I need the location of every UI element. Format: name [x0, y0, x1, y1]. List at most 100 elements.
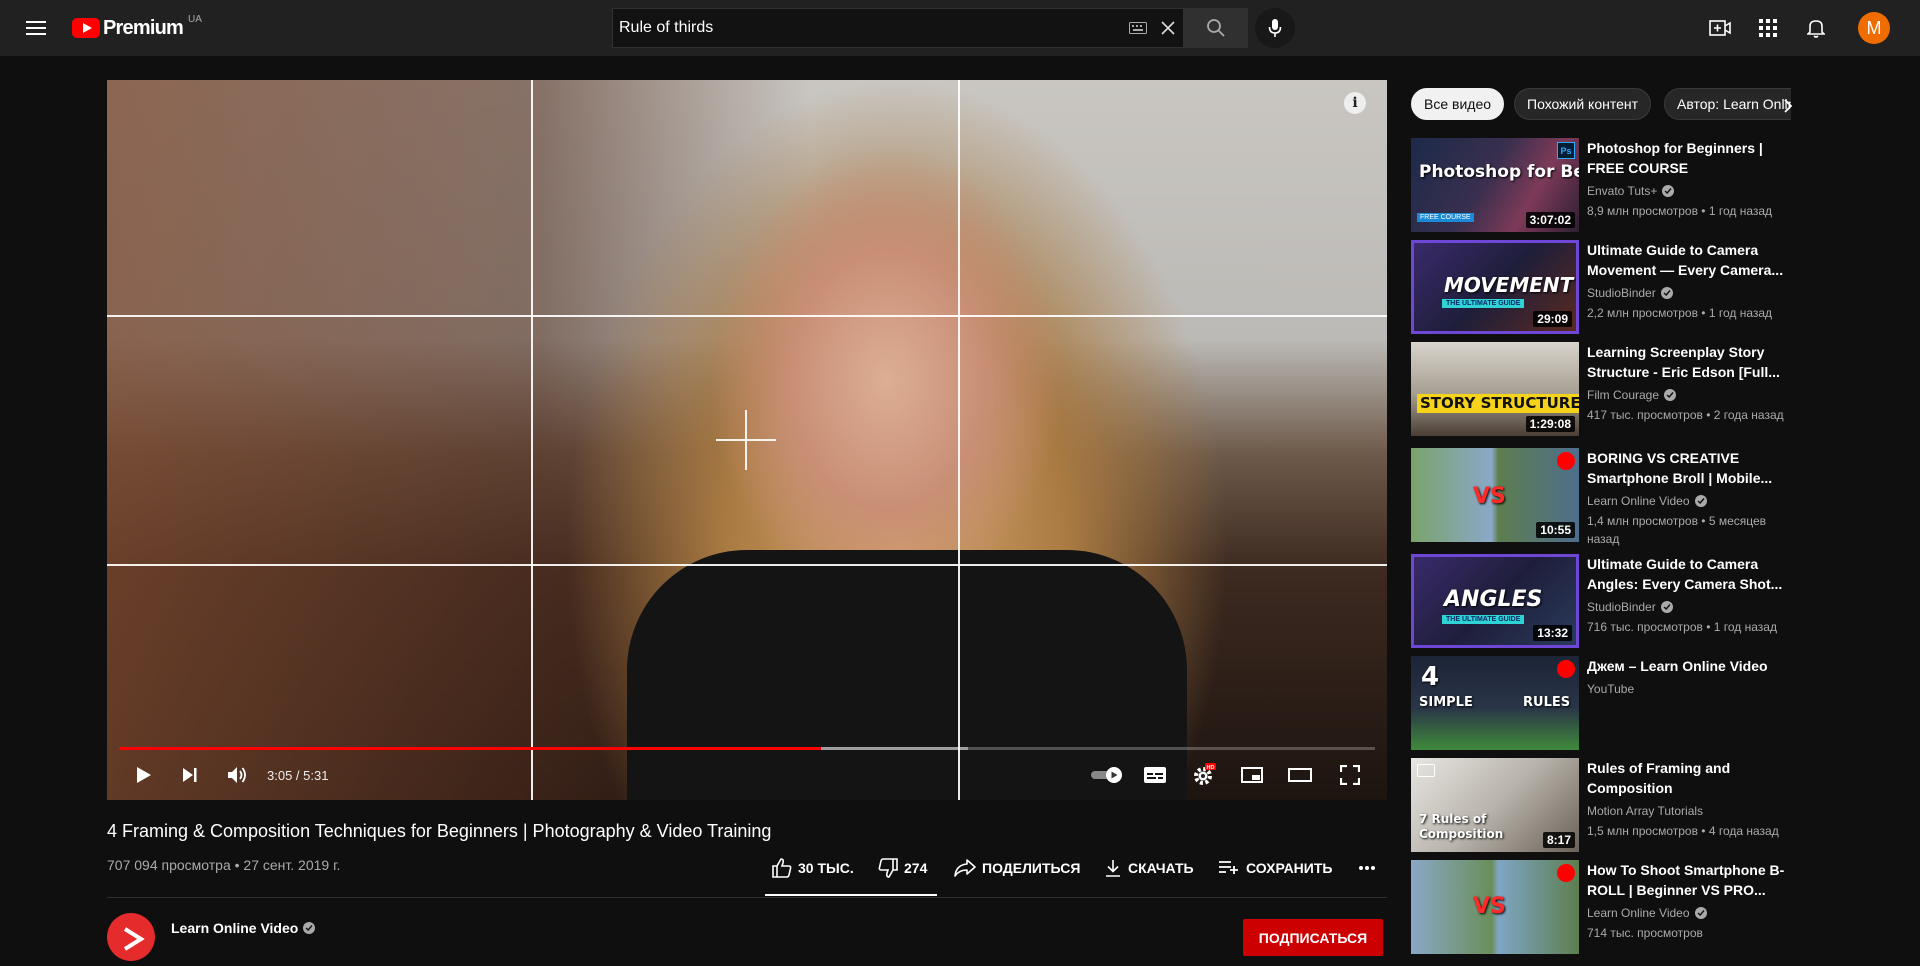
camera-icon: [1417, 764, 1435, 777]
info-icon[interactable]: i: [1344, 92, 1366, 114]
subtitles-icon[interactable]: [1138, 758, 1172, 792]
rec-title[interactable]: Ultimate Guide to Camera Angles: Every C…: [1587, 554, 1791, 594]
rec-channel: Film Courage: [1587, 388, 1791, 402]
youtube-logo-icon: [72, 18, 100, 38]
download-label: СКАЧАТЬ: [1128, 860, 1194, 876]
save-icon: [1219, 861, 1238, 874]
thirds-grid-line: [531, 80, 533, 800]
filter-chips: Все видео Похожий контент Автор: Learn O…: [1411, 88, 1791, 120]
rec-title[interactable]: BORING VS CREATIVE Smartphone Broll | Mo…: [1587, 448, 1791, 488]
fullscreen-icon[interactable]: [1333, 758, 1367, 792]
thumbnail[interactable]: ANGLES THE ULTIMATE GUIDE 13:32: [1411, 554, 1579, 648]
rec-channel-name[interactable]: Envato Tuts+: [1587, 184, 1657, 198]
photoshop-icon: Ps: [1557, 142, 1575, 159]
video-player[interactable]: i 3:05 / 5:31 HD: [107, 80, 1387, 800]
apps-icon[interactable]: [1752, 12, 1784, 44]
share-button[interactable]: ПОДЕЛИТЬСЯ: [954, 854, 1080, 882]
rec-title[interactable]: Джем – Learn Online Video: [1587, 656, 1791, 676]
channel-name[interactable]: Learn Online Video: [171, 920, 316, 936]
search-input[interactable]: [613, 9, 1123, 47]
rec-title[interactable]: How To Shoot Smartphone B-ROLL | Beginne…: [1587, 860, 1791, 900]
download-icon: [1106, 860, 1120, 877]
autoplay-toggle[interactable]: [1089, 758, 1127, 792]
thumbnail[interactable]: 7 Rules of Composition 8:17: [1411, 758, 1579, 852]
rec-channel: StudioBinder: [1587, 600, 1791, 614]
recommendation-item[interactable]: ANGLES THE ULTIMATE GUIDE 13:32 Ultimate…: [1411, 554, 1791, 648]
rec-channel: StudioBinder: [1587, 286, 1791, 300]
chip-from-author[interactable]: Автор: Learn Online Video: [1664, 88, 1791, 120]
rec-title[interactable]: Ultimate Guide to Camera Movement — Ever…: [1587, 240, 1791, 280]
rec-title[interactable]: Photoshop for Beginners | FREE COURSE: [1587, 138, 1791, 178]
rec-title[interactable]: Learning Screenplay Story Structure - Er…: [1587, 342, 1791, 382]
rec-stats: 1,5 млн просмотров • 4 года назад: [1587, 824, 1779, 838]
thumbnail[interactable]: MOVEMENT THE ULTIMATE GUIDE 29:09: [1411, 240, 1579, 334]
youtube-logo[interactable]: Premium UA: [72, 14, 202, 40]
thumbnail[interactable]: VS 10:55: [1411, 448, 1579, 542]
rec-channel-name[interactable]: StudioBinder: [1587, 286, 1656, 300]
search-button[interactable]: [1184, 8, 1248, 48]
thumbnail[interactable]: 4 SIMPLE RULES: [1411, 656, 1579, 750]
avatar[interactable]: M: [1858, 12, 1890, 44]
verified-icon: [1694, 495, 1707, 507]
dislike-button[interactable]: 274: [878, 854, 927, 882]
voice-search-button[interactable]: [1255, 8, 1295, 48]
rec-channel-name[interactable]: Learn Online Video: [1587, 494, 1690, 508]
play-icon[interactable]: [127, 758, 161, 792]
search-icon: [1207, 19, 1225, 37]
keyboard-icon[interactable]: [1123, 9, 1153, 47]
subscribe-button[interactable]: ПОДПИСАТЬСЯ: [1243, 919, 1383, 956]
settings-icon[interactable]: HD: [1187, 758, 1221, 792]
thumbnail[interactable]: Photoshop for Beginners FREE COURSE Ps 3…: [1411, 138, 1579, 232]
recommendation-item[interactable]: Photoshop for Beginners FREE COURSE Ps 3…: [1411, 138, 1791, 232]
save-button[interactable]: СОХРАНИТЬ: [1218, 854, 1332, 882]
chevron-right-icon[interactable]: [1774, 92, 1802, 120]
dislike-icon: [878, 858, 898, 878]
chip-all-videos[interactable]: Все видео: [1411, 88, 1505, 120]
recommendation-item[interactable]: STORY STRUCTURE 1:29:08 Learning Screenp…: [1411, 342, 1791, 436]
verified-icon: [303, 922, 316, 934]
thumbnail[interactable]: STORY STRUCTURE 1:29:08: [1411, 342, 1579, 436]
recommendation-item[interactable]: MOVEMENT THE ULTIMATE GUIDE 29:09 Ultima…: [1411, 240, 1791, 334]
rec-channel-name[interactable]: YouTube: [1587, 682, 1634, 696]
recommendation-item[interactable]: 7 Rules of Composition 8:17 Rules of Fra…: [1411, 758, 1791, 852]
theater-icon[interactable]: [1283, 758, 1317, 792]
rec-stats: 714 тыс. просмотров: [1587, 926, 1703, 940]
miniplayer-icon[interactable]: [1235, 758, 1269, 792]
thumbnail-text: VS: [1473, 484, 1506, 509]
more-icon[interactable]: [1358, 854, 1382, 882]
thumbnail-text: VS: [1473, 894, 1506, 919]
thirds-grid-line: [107, 564, 1387, 566]
rec-channel-name[interactable]: Film Courage: [1587, 388, 1659, 402]
mic-icon: [1268, 19, 1282, 37]
download-button[interactable]: СКАЧАТЬ: [1104, 854, 1194, 882]
notifications-icon[interactable]: [1800, 12, 1832, 44]
video-title: 4 Framing & Composition Techniques for B…: [107, 821, 772, 841]
recommendation-item[interactable]: VS How To Shoot Smartphone B-ROLL | Begi…: [1411, 860, 1791, 954]
chip-related[interactable]: Похожий контент: [1514, 88, 1652, 120]
rec-stats: 716 тыс. просмотров • 1 год назад: [1587, 620, 1777, 634]
rec-channel-name[interactable]: Learn Online Video: [1587, 906, 1690, 920]
recommendation-item[interactable]: VS 10:55 BORING VS CREATIVE Smartphone B…: [1411, 448, 1791, 546]
volume-icon[interactable]: [220, 758, 254, 792]
channel-avatar[interactable]: [107, 913, 155, 961]
rec-title[interactable]: Rules of Framing and Composition: [1587, 758, 1791, 798]
share-icon: [954, 859, 976, 877]
thumbnail-text: Photoshop for Beginners: [1419, 162, 1579, 182]
duration-badge: 13:32: [1533, 625, 1572, 641]
search-box: [612, 8, 1184, 48]
verified-icon: [1694, 907, 1707, 919]
create-icon[interactable]: [1704, 12, 1736, 44]
rec-stats: 2,2 млн просмотров • 1 год назад: [1587, 306, 1773, 320]
thumbnail-text: ANGLES: [1444, 587, 1543, 612]
like-button[interactable]: 30 ТЫС.: [772, 854, 854, 882]
recommendation-item[interactable]: 4 SIMPLE RULES Джем – Learn Online Video…: [1411, 656, 1791, 750]
thumbnail[interactable]: VS: [1411, 860, 1579, 954]
rec-channel-name[interactable]: StudioBinder: [1587, 600, 1656, 614]
hd-badge: HD: [1207, 765, 1215, 771]
thumbnail-caption: RULES: [1523, 695, 1571, 710]
next-icon[interactable]: [173, 758, 207, 792]
clear-icon[interactable]: [1153, 9, 1183, 47]
dislike-count: 274: [904, 860, 928, 876]
rec-channel-name[interactable]: Motion Array Tutorials: [1587, 804, 1703, 818]
menu-icon[interactable]: [20, 12, 52, 44]
